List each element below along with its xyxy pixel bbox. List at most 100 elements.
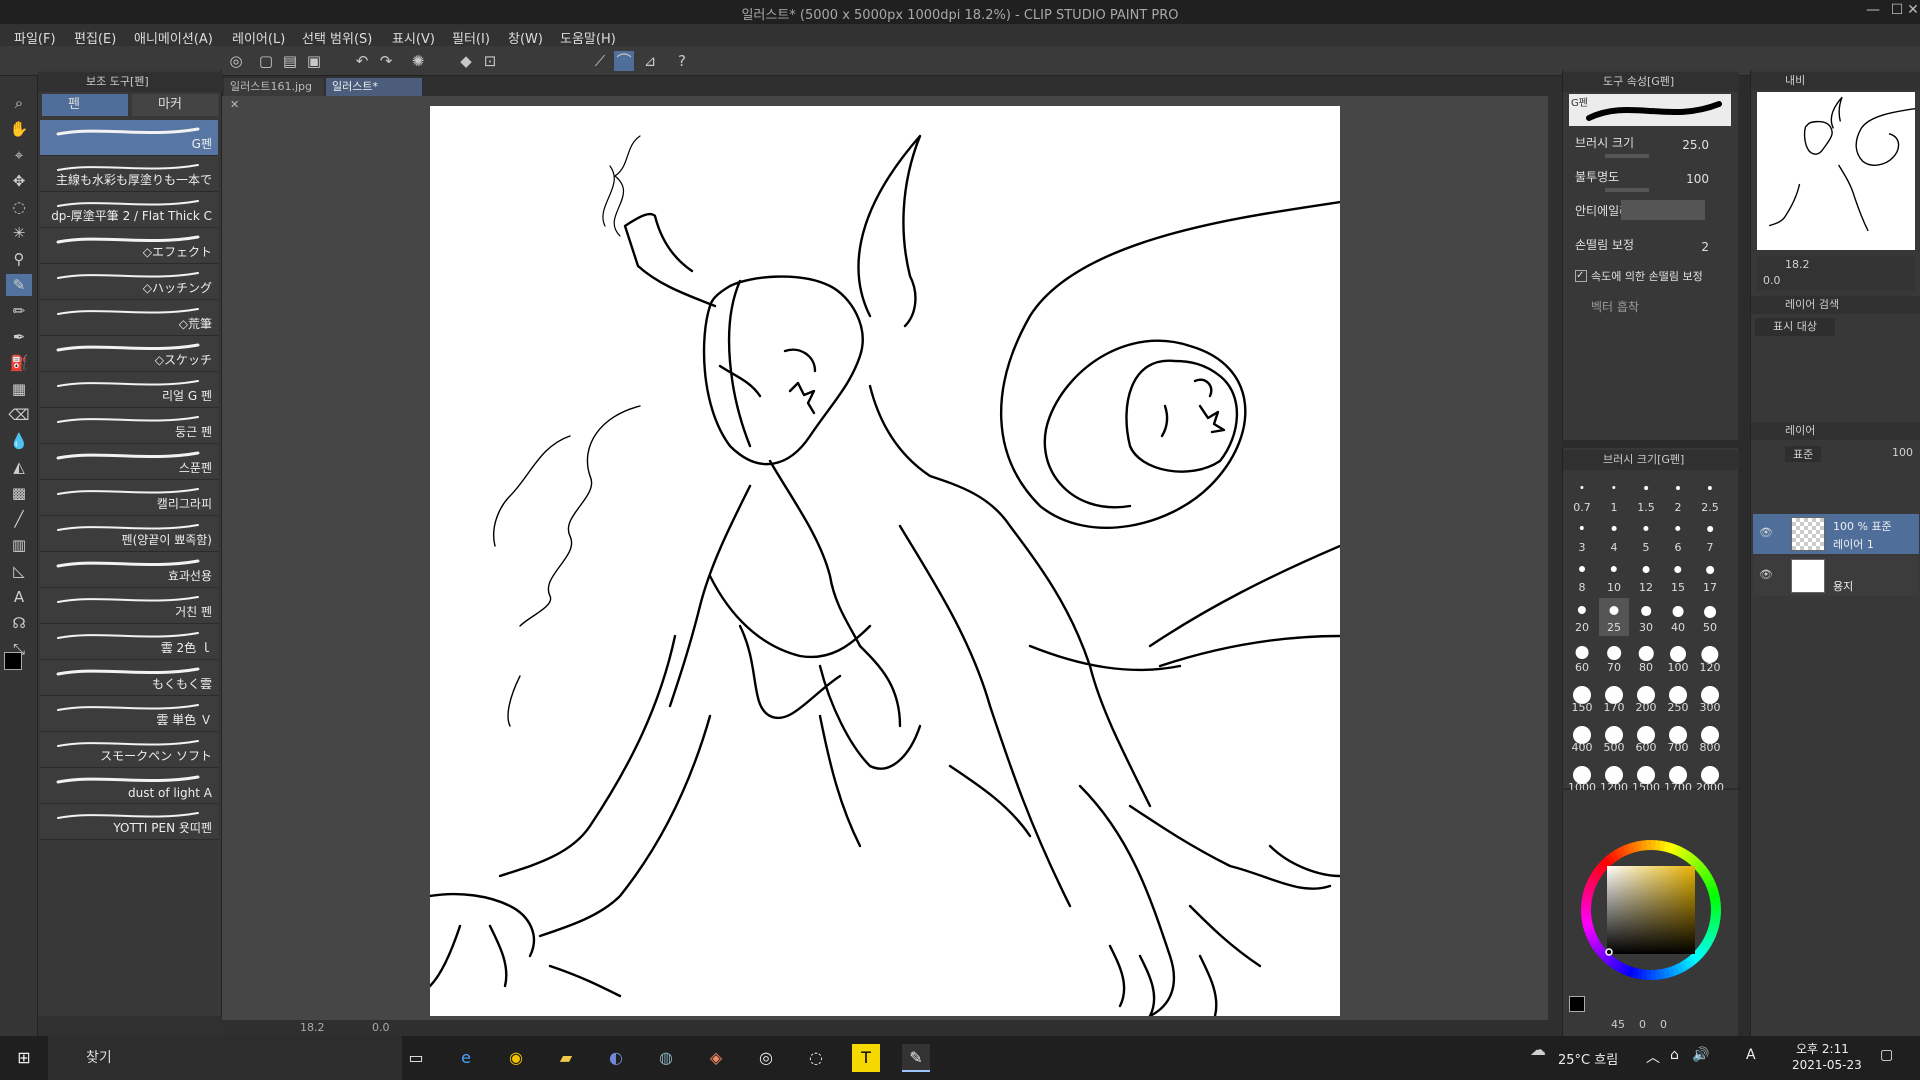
brush-size-option[interactable]: 30 [1631, 598, 1661, 636]
brush-size-option[interactable]: 250 [1663, 678, 1693, 716]
navigator-preview[interactable] [1757, 92, 1916, 250]
layer-row-2[interactable]: 👁 용지 [1753, 556, 1919, 596]
drawing-canvas[interactable] [428, 106, 1342, 1018]
brush-size-option[interactable]: 2.5 [1695, 478, 1725, 516]
figure-tool-icon[interactable]: ╱ [6, 508, 32, 530]
menu-selection[interactable]: 선택 범위(S) [302, 28, 372, 47]
antialias-options[interactable] [1621, 200, 1705, 220]
brush-size-option[interactable]: 200 [1631, 678, 1661, 716]
clear-icon[interactable]: ✺ [408, 51, 428, 71]
brush-size-option[interactable]: 6 [1663, 518, 1693, 556]
creative-cloud-icon[interactable]: ◈ [702, 1044, 730, 1072]
brush-size-option[interactable]: 7 [1695, 518, 1725, 556]
brush-size-option[interactable]: 20 [1567, 598, 1597, 636]
brush-item[interactable]: YOTTI PEN 욧띠펜 [40, 804, 218, 840]
close-button[interactable]: ✕ [1900, 2, 1920, 18]
opacity-value[interactable]: 100 [1686, 172, 1709, 186]
brush-size-option[interactable]: 300 [1695, 678, 1725, 716]
operation-tool-icon[interactable]: ⌖ [6, 144, 32, 166]
taskbar-search[interactable]: 찾기 [48, 1036, 402, 1080]
brush-size-option[interactable]: 5 [1631, 518, 1661, 556]
balloon-tool-icon[interactable]: ☊ [6, 612, 32, 634]
clip-studio-icon[interactable]: ◎ [226, 51, 246, 71]
vertical-scrollbar[interactable] [1548, 96, 1562, 1020]
snap-grid-icon[interactable]: ⊿ [640, 51, 660, 71]
brush-size-row[interactable]: 브러시 크기 25.0 [1569, 132, 1731, 160]
brush-size-option[interactable]: 40 [1663, 598, 1693, 636]
airbrush-tool-icon[interactable]: ⛽ [6, 352, 32, 374]
frame-tool-icon[interactable]: ▥ [6, 534, 32, 556]
brush-size-option[interactable]: 170 [1599, 678, 1629, 716]
horizontal-scrollbar[interactable]: 18.2 0.0 [222, 1020, 1562, 1036]
brush-size-option[interactable]: 70 [1599, 638, 1629, 676]
network-icon[interactable]: ⌂ [1670, 1047, 1679, 1063]
menu-animation[interactable]: 애니메이션(A) [134, 28, 213, 47]
fill-icon[interactable]: ◆ [456, 51, 476, 71]
text-tool-icon[interactable]: A [6, 586, 32, 608]
tray-chevron-icon[interactable]: ︿ [1646, 1047, 1660, 1067]
brush-item[interactable]: 雲 2色 ｌ [40, 624, 218, 660]
eyedropper-icon[interactable]: ⚲ [6, 248, 32, 270]
ime-indicator[interactable]: A [1746, 1047, 1756, 1063]
brush-item[interactable]: 거친 펜 [40, 588, 218, 624]
eraser-tool-icon[interactable]: ⌫ [6, 404, 32, 426]
snap-special-ruler-icon[interactable]: ⌒ [614, 51, 634, 71]
menu-view[interactable]: 표시(V) [392, 28, 435, 47]
brush-tool-icon[interactable]: ✒ [6, 326, 32, 348]
transform-icon[interactable]: ⊡ [480, 51, 500, 71]
brush-size-option[interactable]: 8 [1567, 558, 1597, 596]
eye-icon[interactable]: 👁 [1759, 568, 1773, 581]
menu-filter[interactable]: 필터(I) [452, 28, 490, 47]
menu-file[interactable]: 파일(F) [14, 28, 56, 47]
brush-item[interactable]: 둥근 펜 [40, 408, 218, 444]
kakaotalk-icon[interactable]: T [852, 1044, 880, 1072]
brush-item[interactable]: ◇スケッチ [40, 336, 218, 372]
save-icon[interactable]: ▣ [304, 51, 324, 71]
brush-item[interactable]: ◇ハッチング [40, 264, 218, 300]
fill-tool-icon[interactable]: ◭ [6, 456, 32, 478]
clock-time[interactable]: 오후 2:11 [1796, 1040, 1849, 1057]
brush-size-option[interactable]: 3 [1567, 518, 1597, 556]
snap-ruler-icon[interactable]: ⟋ [590, 51, 610, 71]
gradient-tool-icon[interactable]: ▩ [6, 482, 32, 504]
windows-start-icon[interactable]: ⊞ [10, 1044, 38, 1072]
stabilization-value[interactable]: 2 [1701, 240, 1709, 254]
brush-item[interactable]: 스푼펜 [40, 444, 218, 480]
pen-tool-icon[interactable]: ✎ [6, 274, 32, 296]
clip-studio-paint-icon[interactable]: ✎ [902, 1044, 930, 1072]
brush-size-option[interactable]: 60 [1567, 638, 1597, 676]
brush-size-option[interactable]: 700 [1663, 718, 1693, 756]
brush-size-option[interactable]: 15 [1663, 558, 1693, 596]
brush-size-option[interactable]: 500 [1599, 718, 1629, 756]
brush-size-option[interactable]: 150 [1567, 678, 1597, 716]
layer-search-filter[interactable]: 표시 대상 [1755, 318, 1835, 336]
brush-size-option[interactable]: 80 [1631, 638, 1661, 676]
brush-size-option[interactable]: 1.5 [1631, 478, 1661, 516]
brush-size-option[interactable]: 50 [1695, 598, 1725, 636]
brush-size-option[interactable]: 0.7 [1567, 478, 1597, 516]
brush-size-value[interactable]: 25.0 [1682, 138, 1709, 152]
steam-icon[interactable]: ◍ [652, 1044, 680, 1072]
brush-item[interactable]: dp-厚塗平筆 2 / Flat Thick C [40, 192, 218, 228]
discord-icon[interactable]: ◐ [602, 1044, 630, 1072]
open-file-icon[interactable]: ▤ [280, 51, 300, 71]
brush-item[interactable]: 캘리그라피 [40, 480, 218, 516]
menu-window[interactable]: 창(W) [508, 28, 543, 47]
brush-size-option[interactable]: 1 [1599, 478, 1629, 516]
brush-size-option[interactable]: 600 [1631, 718, 1661, 756]
stabilization-row[interactable]: 손떨림 보정 2 [1569, 234, 1731, 262]
task-view-icon[interactable]: ▭ [402, 1044, 430, 1072]
brush-size-option[interactable]: 400 [1567, 718, 1597, 756]
menu-edit[interactable]: 편집(E) [74, 28, 116, 47]
clock-date[interactable]: 2021-05-23 [1792, 1058, 1862, 1072]
brush-item[interactable]: スモークペン ソフト [40, 732, 218, 768]
magic-wand-icon[interactable]: ✳ [6, 222, 32, 244]
clip-studio-icon[interactable]: ◌ [802, 1044, 830, 1072]
minimize-button[interactable]: — [1860, 2, 1886, 18]
brush-size-option[interactable]: 10 [1599, 558, 1629, 596]
brush-item[interactable]: もくもく雲 [40, 660, 218, 696]
doc-tab-2[interactable]: 일러스트* [326, 78, 422, 96]
layer-row-1[interactable]: 👁 100 % 표준 레이어 1 [1753, 514, 1919, 554]
brush-item[interactable]: 효과선용 [40, 552, 218, 588]
tab-marker[interactable]: 마커 [132, 94, 218, 116]
